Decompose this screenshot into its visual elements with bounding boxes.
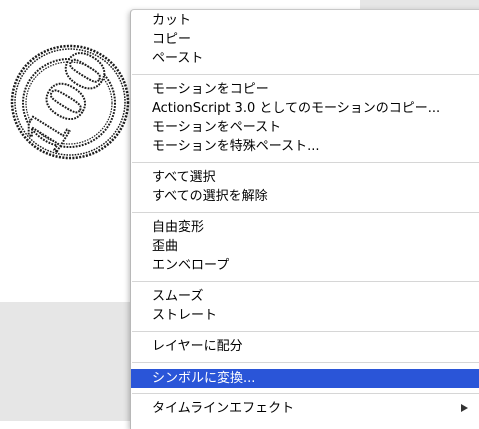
pasteboard-top-strip <box>360 0 479 9</box>
menu-item-copy[interactable]: コピー <box>131 30 479 49</box>
menu-separator <box>132 281 479 282</box>
menu-item-copy-motion-as-as3[interactable]: ActionScript 3.0 としてのモーションのコピー... <box>131 99 479 118</box>
menu-separator <box>132 212 479 213</box>
menu-item-paste[interactable]: ペースト <box>131 49 479 68</box>
menu-item-smooth[interactable]: スムーズ <box>131 287 479 306</box>
menu-separator <box>132 331 479 332</box>
menu-item-paste-motion[interactable]: モーションをペースト <box>131 118 479 137</box>
menu-item-cut[interactable]: カット <box>131 11 479 30</box>
menu-item-paste-motion-special[interactable]: モーションを特殊ペースト... <box>131 137 479 156</box>
context-menu: カット コピー ペースト モーションをコピー ActionScript 3.0 … <box>130 9 479 429</box>
menu-separator <box>132 74 479 75</box>
menu-separator <box>132 162 479 163</box>
coin-sketch-icon[interactable]: 100 <box>6 40 134 165</box>
menu-item-convert-to-symbol[interactable]: シンボルに変換... <box>131 369 479 388</box>
menu-separator <box>132 393 479 394</box>
menu-item-select-all[interactable]: すべて選択 <box>131 168 479 187</box>
menu-separator <box>132 362 479 363</box>
menu-item-distribute-to-layers[interactable]: レイヤーに配分 <box>131 337 479 356</box>
menu-item-straighten[interactable]: ストレート <box>131 306 479 325</box>
menu-item-copy-motion[interactable]: モーションをコピー <box>131 80 479 99</box>
submenu-arrow-icon <box>461 404 468 412</box>
menu-item-timeline-effects[interactable]: タイムラインエフェクト <box>131 399 479 418</box>
menu-item-envelope[interactable]: エンベロープ <box>131 256 479 275</box>
menu-item-distort[interactable]: 歪曲 <box>131 237 479 256</box>
menu-item-deselect-all[interactable]: すべての選択を解除 <box>131 187 479 206</box>
menu-item-timeline-effects-label: タイムラインエフェクト <box>152 401 295 416</box>
menu-item-free-transform[interactable]: 自由変形 <box>131 218 479 237</box>
